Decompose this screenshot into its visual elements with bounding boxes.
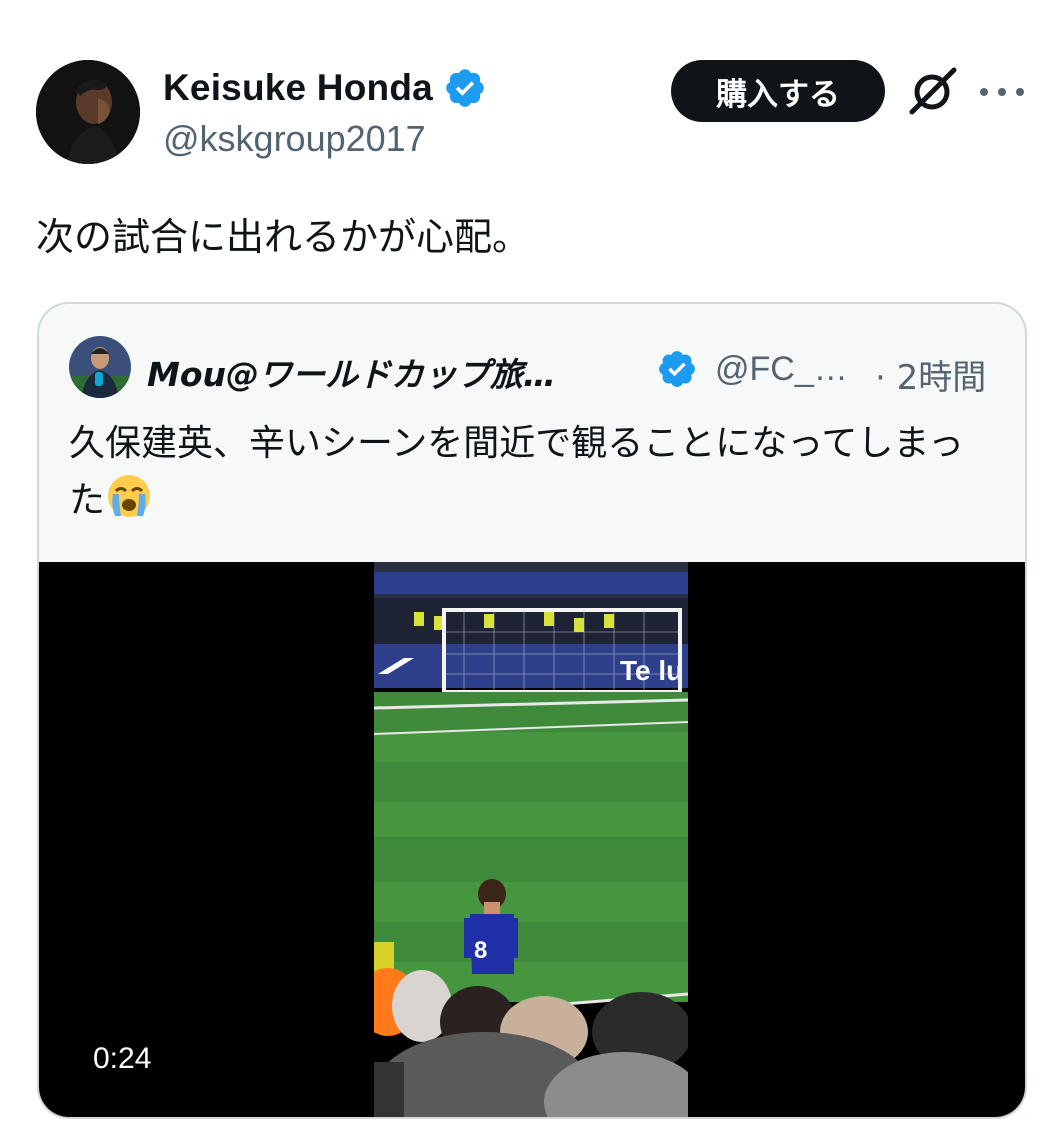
buy-button[interactable]: 購入する xyxy=(671,60,885,122)
quoted-tweet[interactable]: Mou@ワールドカップ旅… @FC_… · 2時間 久保建英、辛いシーンを間近で… xyxy=(37,302,1027,1119)
author-handle[interactable]: @kskgroup2017 xyxy=(163,118,426,160)
author-avatar[interactable] xyxy=(36,60,140,164)
author-name-row: Keisuke Honda xyxy=(163,66,487,110)
video-player[interactable]: Te lu 8 0:24 xyxy=(39,562,1025,1117)
author-display-name[interactable]: Keisuke Honda xyxy=(163,67,433,109)
more-options-icon[interactable] xyxy=(980,74,1024,110)
grok-icon[interactable] xyxy=(906,66,958,118)
quoted-text: 久保建英、辛いシーンを間近で観ることになってしまった xyxy=(69,416,999,529)
more-dot xyxy=(1016,88,1024,96)
video-banner-text: Te lu xyxy=(620,655,683,686)
more-dot xyxy=(980,88,988,96)
quoted-handle[interactable]: @FC_… xyxy=(715,350,848,389)
more-dot xyxy=(998,88,1006,96)
video-duration: 0:24 xyxy=(93,1042,152,1075)
quoted-verified-badge-icon xyxy=(659,351,695,387)
video-frame: Te lu 8 xyxy=(374,562,688,1117)
quoted-text-body: 久保建英、辛いシーンを間近で観ることになってしまった xyxy=(69,423,964,521)
quoted-display-name[interactable]: Mou@ワールドカップ旅… xyxy=(147,348,556,396)
quoted-timestamp[interactable]: · 2時間 xyxy=(875,350,986,399)
tweet-text: 次の試合に出れるかが心配。 xyxy=(36,215,531,259)
loudly-crying-face-icon xyxy=(108,475,151,517)
svg-text:8: 8 xyxy=(474,937,487,964)
verified-badge-icon xyxy=(446,69,484,107)
quoted-author-avatar[interactable] xyxy=(69,336,131,398)
tweet: Keisuke Honda @kskgroup2017 購入する 次の試合に出れ… xyxy=(0,0,1060,1147)
